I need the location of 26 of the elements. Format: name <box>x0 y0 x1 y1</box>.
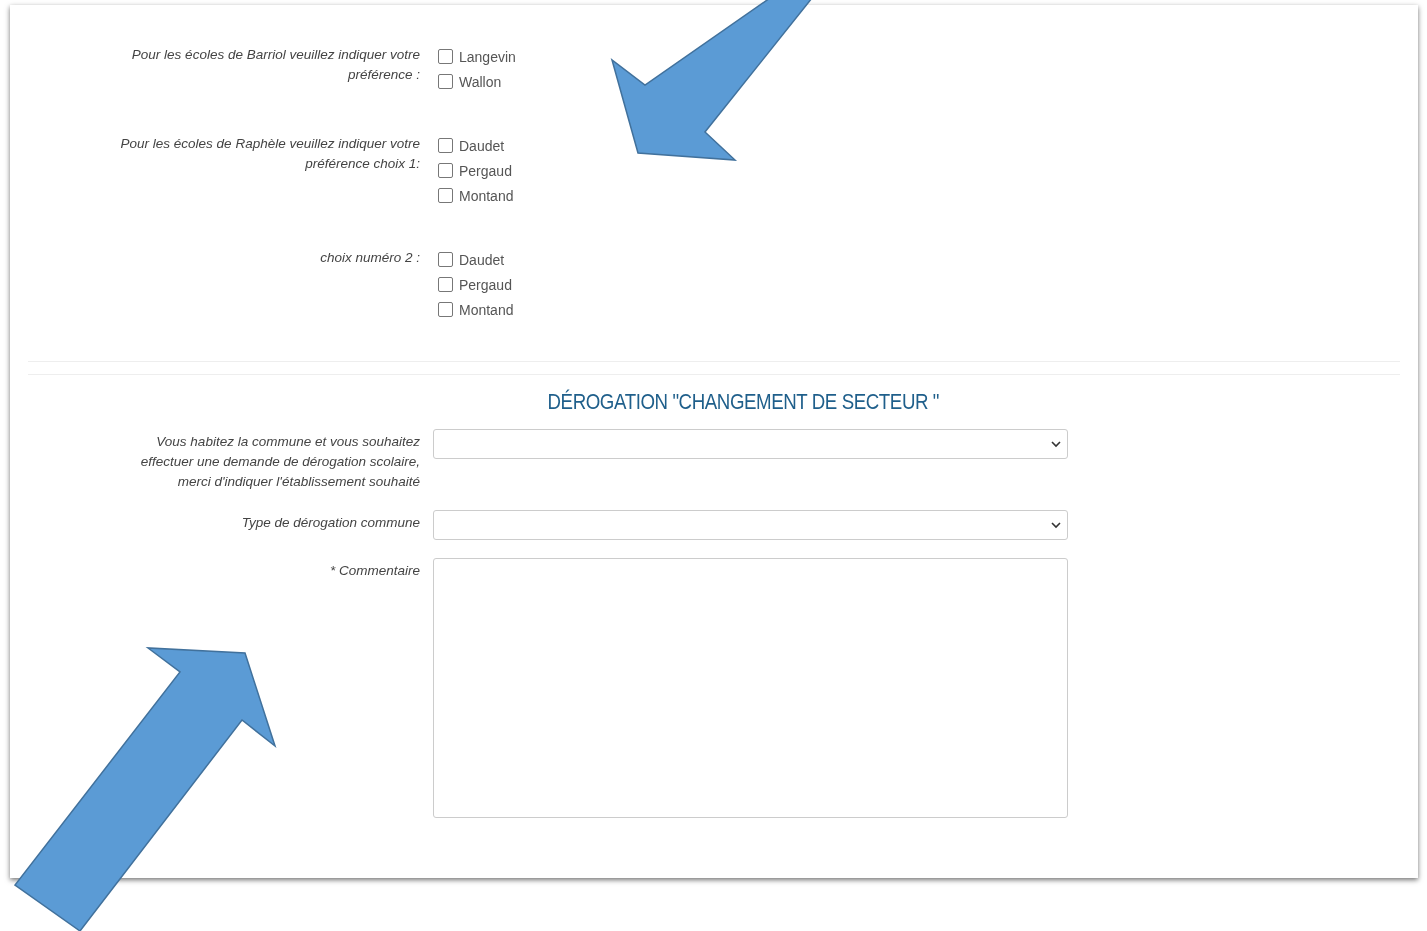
chevron-down-icon <box>1051 521 1061 529</box>
checkbox-label: Pergaud <box>459 162 512 179</box>
checkbox-label: Pergaud <box>459 276 512 293</box>
field-label: Vous habitez la commune et vous souhaitez effectuer une demande de dérogation scolaire, merci d'indiquer l'établissement souhaité <box>139 433 420 491</box>
checkbox-label: Montand <box>459 301 514 318</box>
checkbox[interactable] <box>438 302 453 317</box>
checkbox[interactable] <box>438 277 453 292</box>
checkbox-label: Wallon <box>459 73 502 90</box>
checkbox[interactable] <box>438 49 453 64</box>
checkbox-label: Daudet <box>459 137 505 154</box>
field-label: Pour les écoles de Barriol veuillez indiquer votre préférence : <box>130 46 420 84</box>
checkbox-label: Langevin <box>459 48 516 65</box>
checkbox[interactable] <box>438 138 453 153</box>
checkbox[interactable] <box>438 74 453 89</box>
checkbox-label: Montand <box>459 187 514 204</box>
comment-field[interactable] <box>433 558 1068 818</box>
chevron-down-icon <box>1051 440 1061 448</box>
section-title: DÉROGATION "CHANGEMENT DE SECTEUR " <box>547 389 939 415</box>
checkbox[interactable] <box>438 163 453 178</box>
field-label: * Commentaire <box>328 562 420 580</box>
checkbox-label: Daudet <box>459 251 505 268</box>
field-label: choix numéro 2 : <box>319 249 420 267</box>
field-label: Pour les écoles de Raphèle veuillez indiquer votre préférence choix 1: <box>119 135 420 173</box>
checkbox[interactable] <box>438 252 453 267</box>
checkbox[interactable] <box>438 188 453 203</box>
field-label: Type de dérogation commune <box>240 514 420 532</box>
